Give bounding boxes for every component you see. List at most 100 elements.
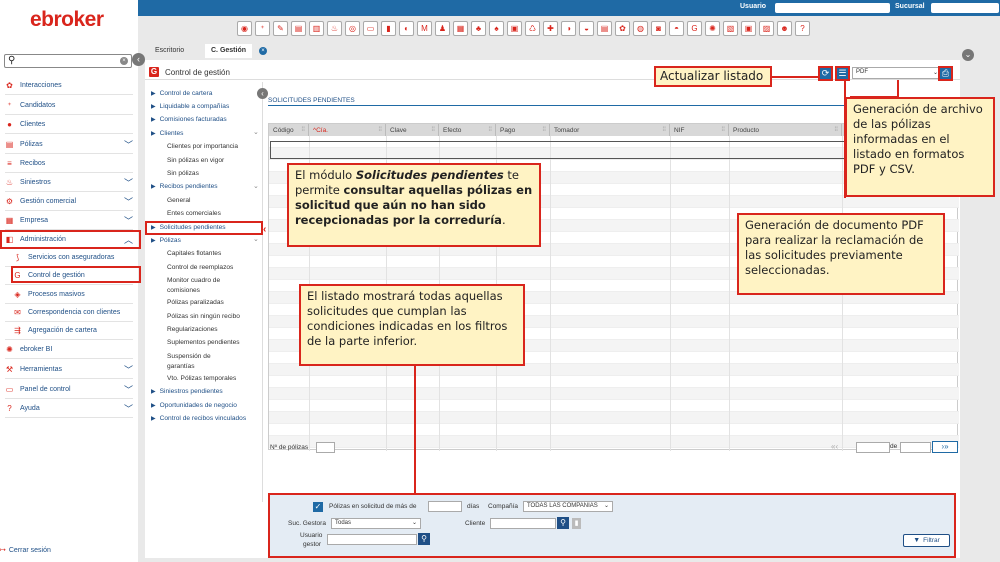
refresh-button[interactable]: ⟳ (818, 66, 833, 81)
collapse-sidebar-button[interactable]: ‹ (132, 53, 145, 66)
tree-item[interactable]: Pólizas sin ningún recibo (167, 310, 240, 322)
user-field[interactable] (775, 3, 890, 13)
next-page-icon[interactable]: ›» (932, 441, 958, 453)
toolbar-module-icon[interactable]: M (417, 21, 432, 36)
toolbar-module-icon[interactable]: ♣ (471, 21, 486, 36)
tree-item[interactable]: Pólizas paralizadas (167, 297, 224, 309)
toolbar-module-icon[interactable]: ▭ (363, 21, 378, 36)
column-resize-handle[interactable]: ⁞⁞ (488, 126, 492, 133)
client-input[interactable] (490, 518, 556, 529)
format-select[interactable]: PDF ⌄ (852, 67, 942, 79)
close-tab-icon[interactable]: × (259, 47, 267, 55)
sidebar-item-recibos[interactable]: ≡ Recibos (0, 154, 138, 173)
sidebar-item-ayuda[interactable]: ? Ayuda ﹀ (0, 399, 138, 418)
toolbar-module-icon[interactable]: ? (795, 21, 810, 36)
toolbar-module-icon[interactable]: ◑ (561, 21, 576, 36)
toolbar-module-icon[interactable]: ✚ (543, 21, 558, 36)
days-input[interactable] (428, 501, 462, 512)
chevron-down-icon[interactable]: ⌄ (253, 128, 259, 136)
expand-toolbar-button[interactable]: ⌄ (962, 49, 974, 61)
chevron-down-icon[interactable]: ﹀ (124, 363, 133, 376)
tree-item[interactable]: ▶ Control de cartera (151, 87, 212, 99)
chevron-down-icon[interactable]: ﹀ (124, 195, 133, 208)
toolbar-module-icon[interactable]: ◍ (633, 21, 648, 36)
toolbar-module-icon[interactable]: G (687, 21, 702, 36)
sidebar-item-gestión-comercial[interactable]: ⚙ Gestión comercial ﹀ (0, 192, 138, 211)
toolbar-module-icon[interactable]: ◎ (345, 21, 360, 36)
toolbar-module-icon[interactable]: ♨ (327, 21, 342, 36)
toolbar-module-icon[interactable]: ▥ (309, 21, 324, 36)
column-resize-handle[interactable]: ⁞⁞ (662, 126, 666, 133)
company-select[interactable]: TODAS LAS COMPAÑIAS ⌄ (523, 501, 613, 512)
client-search-icon[interactable]: ⚲ (557, 517, 569, 529)
chevron-down-icon[interactable]: ⌄ (253, 235, 259, 243)
chevron-down-icon[interactable]: ﹀ (124, 402, 133, 415)
toolbar-module-icon[interactable]: ▮ (381, 21, 396, 36)
tab-escritorio[interactable]: Escritorio (149, 44, 190, 58)
toolbar-module-icon[interactable]: ♟ (435, 21, 450, 36)
toolbar-module-icon[interactable]: ▧ (723, 21, 738, 36)
toolbar-module-icon[interactable]: ▤ (291, 21, 306, 36)
column-header[interactable]: ^Cía. ⁞⁞ (309, 124, 386, 136)
sidebar-item-servicios-con-aseguradoras[interactable]: ⟆ Servicios con aseguradoras (0, 248, 138, 267)
tree-item[interactable]: Regularizaciones (167, 323, 218, 335)
page-number-input[interactable] (856, 442, 890, 453)
toolbar-module-icon[interactable]: ▤ (597, 21, 612, 36)
toolbar-module-icon[interactable]: ⁺ (255, 21, 270, 36)
tree-item[interactable]: ▶ Control de recibos vinculados (151, 412, 246, 424)
column-header[interactable]: Producto ⁞⁞ (729, 124, 842, 136)
user-manager-input[interactable] (327, 534, 417, 545)
toolbar-module-icon[interactable]: ✺ (705, 21, 720, 36)
pending-days-checkbox[interactable]: ✓ (313, 502, 323, 512)
column-header[interactable]: NIF ⁞⁞ (670, 124, 729, 136)
tree-item[interactable]: Vto. Pólizas temporales (167, 372, 236, 384)
toolbar-module-icon[interactable]: ◉ (237, 21, 252, 36)
chevron-down-icon[interactable]: ﹀ (124, 176, 133, 189)
column-header[interactable]: Efecto ⁞⁞ (439, 124, 496, 136)
sidebar-item-ebroker-bi[interactable]: ✺ ebroker BI (0, 340, 138, 359)
sidebar-item-agregación-de-cartera[interactable]: ⇶ Agregación de cartera (0, 321, 138, 340)
tree-item[interactable]: ▶ Pólizas (151, 234, 181, 246)
toolbar-module-icon[interactable]: ▨ (759, 21, 774, 36)
toolbar-module-icon[interactable]: ♺ (525, 21, 540, 36)
tree-item[interactable]: ▶ Clientes (151, 127, 183, 139)
column-resize-handle[interactable]: ⁞⁞ (542, 126, 546, 133)
tree-item[interactable]: Sin pólizas en vigor (167, 154, 224, 166)
first-page-icon[interactable]: «‹ (831, 442, 838, 451)
sidebar-item-empresa[interactable]: ▦ Empresa ﹀ (0, 211, 138, 230)
chevron-down-icon[interactable]: ﹀ (124, 214, 133, 227)
export-button[interactable]: ☰ (835, 66, 850, 81)
sidebar-item-interacciones[interactable]: ✿ Interacciones (0, 76, 138, 95)
toolbar-module-icon[interactable]: ◓ (669, 21, 684, 36)
sidebar-item-candidatos[interactable]: ⁺ Candidatos (0, 96, 138, 115)
tree-item[interactable]: comisiones (167, 285, 200, 297)
sidebar-item-panel-de-control[interactable]: ▭ Panel de control ﹀ (0, 380, 138, 399)
branch-field[interactable] (931, 3, 999, 13)
toolbar-module-icon[interactable]: ▦ (453, 21, 468, 36)
toolbar-module-icon[interactable]: ▣ (507, 21, 522, 36)
tree-item[interactable]: General (167, 194, 190, 206)
tree-item[interactable]: ▶ Recibos pendientes (151, 181, 218, 193)
toolbar-module-icon[interactable]: ☻ (777, 21, 792, 36)
sidebar-item-correspondencia-con-clientes[interactable]: ✉ Correspondencia con clientes (0, 303, 138, 322)
trash-icon[interactable]: ▮ (572, 518, 581, 529)
table-row[interactable] (269, 376, 959, 388)
tree-item[interactable]: Clientes por importancia (167, 141, 238, 153)
clear-icon[interactable]: × (120, 57, 128, 65)
collapse-tree-button[interactable]: ‹ (257, 88, 268, 99)
column-resize-handle[interactable]: ⁞⁞ (431, 126, 435, 133)
search-input[interactable]: ⚲ × (4, 54, 132, 68)
tree-item[interactable]: Capitales flotantes (167, 248, 221, 260)
column-header[interactable]: Pago ⁞⁞ (496, 124, 550, 136)
column-header[interactable]: Tomador ⁞⁞ (550, 124, 670, 136)
sidebar-item-siniestros[interactable]: ♨ Siniestros ﹀ (0, 173, 138, 192)
user-search-icon[interactable]: ⚲ (418, 533, 430, 545)
column-resize-handle[interactable]: ⁞⁞ (721, 126, 725, 133)
tree-item[interactable]: Sin pólizas (167, 167, 199, 179)
sidebar-item-clientes[interactable]: ● Clientes (0, 115, 138, 134)
toolbar-module-icon[interactable]: ✿ (615, 21, 630, 36)
toolbar-module-icon[interactable]: ◙ (651, 21, 666, 36)
toolbar-module-icon[interactable]: ♠ (489, 21, 504, 36)
chevron-down-icon[interactable]: ﹀ (124, 383, 133, 396)
tree-item[interactable]: Control de reemplazos (167, 261, 233, 273)
